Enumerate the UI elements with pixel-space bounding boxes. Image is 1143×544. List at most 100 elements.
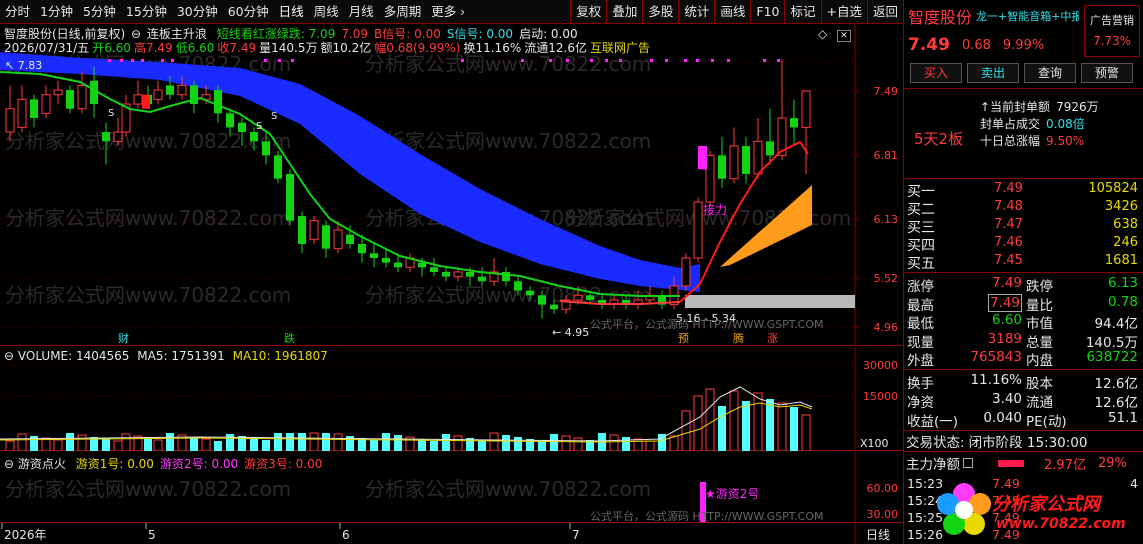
main-flow-row: 主力净额 2.97亿 29% bbox=[904, 453, 1143, 474]
signal-dot bbox=[171, 59, 174, 62]
quote-value: 7.49 bbox=[987, 293, 1022, 312]
seal-info-row: ↑当前封单额 7926万 bbox=[980, 98, 1099, 115]
signal-dot bbox=[665, 59, 668, 62]
candle-body bbox=[742, 146, 750, 175]
signal-dot bbox=[120, 59, 123, 62]
stock-concept[interactable]: 龙一+智能音箱+中报扬 bbox=[976, 8, 1079, 24]
trade-button[interactable]: 卖出 bbox=[967, 63, 1019, 83]
candle-body bbox=[346, 234, 354, 244]
seal-info-key: 十日总涨幅 bbox=[980, 134, 1041, 148]
signal-dot bbox=[161, 59, 164, 62]
order-book-row[interactable]: 买四 7.46 246 bbox=[904, 235, 1140, 254]
volume-bar bbox=[286, 433, 294, 451]
period-tab[interactable]: 分时 bbox=[0, 0, 35, 24]
period-tab[interactable]: 周线 bbox=[309, 0, 344, 24]
candle-body bbox=[177, 84, 187, 96]
volume-bar bbox=[298, 433, 306, 451]
period-tab[interactable]: 15分钟 bbox=[121, 0, 172, 24]
volume-toggle-icon[interactable]: ⊖ bbox=[4, 349, 14, 363]
price-axis-label: 5.52 bbox=[874, 272, 899, 285]
period-tabs: 分时 1分钟 5分钟 15分钟 30分钟 60分钟 日线 周线 月线 多周期 更多 › bbox=[0, 0, 470, 23]
tool-button[interactable]: 复权 bbox=[570, 0, 606, 24]
volume-bar bbox=[573, 437, 583, 452]
price-axis-label: 6.13 bbox=[874, 213, 899, 226]
order-book-row[interactable]: 买三 7.47 638 bbox=[904, 217, 1140, 236]
indicator-param: 游资3号: 0.00 bbox=[244, 457, 323, 471]
volume-header: ⊖ VOLUME: 1404565 MA5: 1751391 MA10: 196… bbox=[4, 349, 328, 363]
tool-button[interactable]: +自选 bbox=[820, 0, 867, 24]
period-tab[interactable]: 60分钟 bbox=[223, 0, 274, 24]
volume-bar bbox=[742, 401, 750, 451]
kline-chart[interactable]: 7.49 6.81 6.13 5.52 4.96 分析家公式网www.70822.com 分… bbox=[0, 24, 903, 346]
period-tab[interactable]: 5分钟 bbox=[78, 0, 121, 24]
order-qty: 105824 bbox=[1088, 181, 1138, 196]
trade-button[interactable]: 预警 bbox=[1081, 63, 1133, 83]
tool-button[interactable]: 标记 bbox=[784, 0, 820, 24]
flow-menu-icon[interactable] bbox=[963, 458, 973, 468]
order-book-row[interactable]: 买二 7.48 3426 bbox=[904, 199, 1140, 218]
trade-buttons: 买入 卖出 查询 预警 bbox=[904, 62, 1143, 84]
fundamental-key: 净资 bbox=[907, 395, 934, 411]
volume-panel[interactable]: 30000 15000 X100 ⊖ VOLUME: 1404565 MA5: 17… bbox=[0, 347, 903, 452]
volume-bar bbox=[502, 435, 510, 451]
candle-body bbox=[5, 108, 15, 133]
tool-button[interactable]: 多股 bbox=[642, 0, 678, 24]
period-tab[interactable]: 日线 bbox=[274, 0, 309, 24]
volume-bar bbox=[201, 438, 211, 452]
order-book-row[interactable]: 买五 7.45 1681 bbox=[904, 253, 1140, 272]
candle-body bbox=[30, 99, 38, 119]
bar-info-item: 收7.49 bbox=[217, 41, 257, 55]
volume-bar bbox=[514, 437, 522, 451]
quote-value: 765843 bbox=[970, 349, 1022, 365]
period-tab[interactable]: 月线 bbox=[344, 0, 379, 24]
stock-name: 智度股份 bbox=[908, 8, 973, 27]
volume-axis-label: 30000 bbox=[863, 359, 898, 372]
order-book-row[interactable]: 买一 7.49 105824 bbox=[904, 181, 1140, 200]
indicator-toggle-icon[interactable]: ⊖ bbox=[4, 457, 14, 471]
event-badge-label: 财 bbox=[118, 331, 129, 345]
s-signal: S bbox=[271, 111, 277, 122]
watermark-text: 分析家公式网www.70822.com bbox=[5, 129, 291, 153]
fundamental-key: PE(动) bbox=[1026, 414, 1067, 430]
candle-body bbox=[53, 89, 63, 96]
period-tab[interactable]: 30分钟 bbox=[172, 0, 223, 24]
fundamental-key: 流通 bbox=[1026, 395, 1053, 411]
indicator-panel[interactable]: 60.00 30.00 ★游资2号 分析家公式网www.70822.com 分析家公式网… bbox=[0, 452, 903, 523]
volume-bar bbox=[144, 438, 152, 451]
bar-info-item: 换11.16% bbox=[463, 41, 522, 55]
period-tab[interactable]: 1分钟 bbox=[35, 0, 78, 24]
bar-info-item: 高7.49 bbox=[133, 41, 173, 55]
candle-body bbox=[286, 174, 294, 221]
time-label: 6 bbox=[342, 528, 350, 542]
fundamental-value: 51.1 bbox=[1107, 410, 1138, 426]
tool-button[interactable]: 画线 bbox=[714, 0, 750, 24]
trade-status-row: 交易状态: 闭市阶段 15:30:00 bbox=[904, 432, 1143, 451]
tool-button[interactable]: 叠加 bbox=[606, 0, 642, 24]
candle-body bbox=[586, 295, 594, 300]
period-tab[interactable]: 多周期 bbox=[379, 0, 427, 24]
tool-button[interactable]: 统计 bbox=[678, 0, 714, 24]
period-toolbar: 分时 1分钟 5分钟 15分钟 30分钟 60分钟 日线 周线 月线 多周期 更多 › 复权 叠加 多股… bbox=[0, 0, 903, 24]
candle-body bbox=[693, 201, 703, 259]
volume-bar bbox=[430, 441, 438, 451]
seal-info-row: 封单占成交 0.08倍 bbox=[980, 115, 1085, 132]
candle-body bbox=[753, 140, 763, 175]
tool-button[interactable]: F10 bbox=[750, 0, 784, 24]
time-label: 2026年 bbox=[4, 528, 47, 542]
order-qty: 3426 bbox=[1104, 199, 1138, 214]
quote-key: 量比 bbox=[1026, 297, 1053, 314]
tool-button[interactable]: 返回 bbox=[866, 0, 903, 24]
bar-info-item: 2026/07/31/五 bbox=[4, 41, 90, 55]
volume-title: VOLUME: 1404565 bbox=[17, 349, 130, 363]
trade-button[interactable]: 查询 bbox=[1024, 63, 1076, 83]
diamond-icon[interactable]: ◇ bbox=[818, 27, 827, 41]
quote-value: 7.49 bbox=[991, 275, 1022, 291]
period-tab[interactable]: 更多 › bbox=[426, 0, 470, 24]
order-qty: 246 bbox=[1113, 235, 1138, 250]
volume-bar bbox=[382, 433, 390, 451]
volume-bar bbox=[309, 432, 319, 452]
bar-info-item: 流通12.6亿 bbox=[524, 41, 587, 55]
volume-bar bbox=[718, 406, 726, 451]
close-chart-icon[interactable]: ✕ bbox=[837, 30, 851, 42]
trade-button[interactable]: 买入 bbox=[910, 63, 962, 83]
